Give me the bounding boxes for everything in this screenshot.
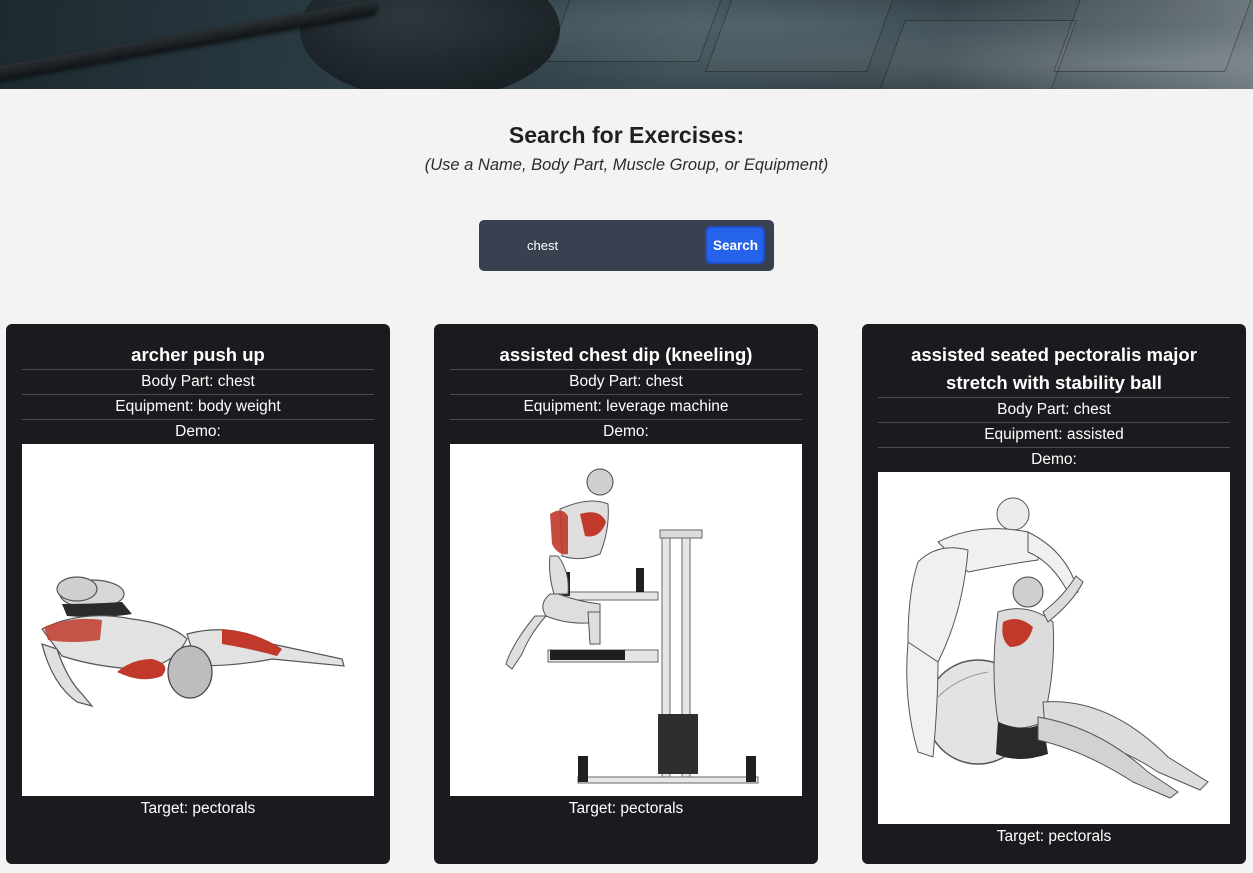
exercise-target: Target: pectorals xyxy=(996,828,1112,845)
exercise-demo-image xyxy=(22,444,374,796)
exercise-body-part: Body Part: chest xyxy=(22,370,374,395)
hero-banner xyxy=(0,0,1253,89)
exercise-equipment: Equipment: body weight xyxy=(22,395,374,420)
page-subtitle: (Use a Name, Body Part, Muscle Group, or… xyxy=(424,156,829,174)
exercise-equipment: Equipment: assisted xyxy=(878,423,1230,448)
exercise-name: assisted seated pectoralis major stretch… xyxy=(878,341,1230,398)
exercise-body-part: Body Part: chest xyxy=(450,370,802,395)
exercise-demo-image xyxy=(450,444,802,796)
exercise-target: Target: pectorals xyxy=(140,800,256,817)
page-title: Search for Exercises: xyxy=(508,122,745,148)
exercise-target: Target: pectorals xyxy=(568,800,684,817)
exercise-body-part: Body Part: chest xyxy=(878,398,1230,423)
exercise-equipment: Equipment: leverage machine xyxy=(450,395,802,420)
exercise-name: archer push up xyxy=(22,341,374,370)
exercise-card[interactable]: assisted chest dip (kneeling) Body Part:… xyxy=(434,324,818,864)
exercise-demo-label: Demo: xyxy=(175,423,221,440)
exercise-demo-image xyxy=(878,472,1230,824)
exercise-name: assisted chest dip (kneeling) xyxy=(450,341,802,370)
exercise-demo-label: Demo: xyxy=(1031,451,1077,468)
exercise-card[interactable]: assisted seated pectoralis major stretch… xyxy=(862,324,1246,864)
exercise-demo-label: Demo: xyxy=(603,423,649,440)
search-input[interactable] xyxy=(493,229,679,262)
search-button[interactable]: Search xyxy=(705,226,765,264)
exercise-card[interactable]: archer push up Body Part: chest Equipmen… xyxy=(6,324,390,864)
